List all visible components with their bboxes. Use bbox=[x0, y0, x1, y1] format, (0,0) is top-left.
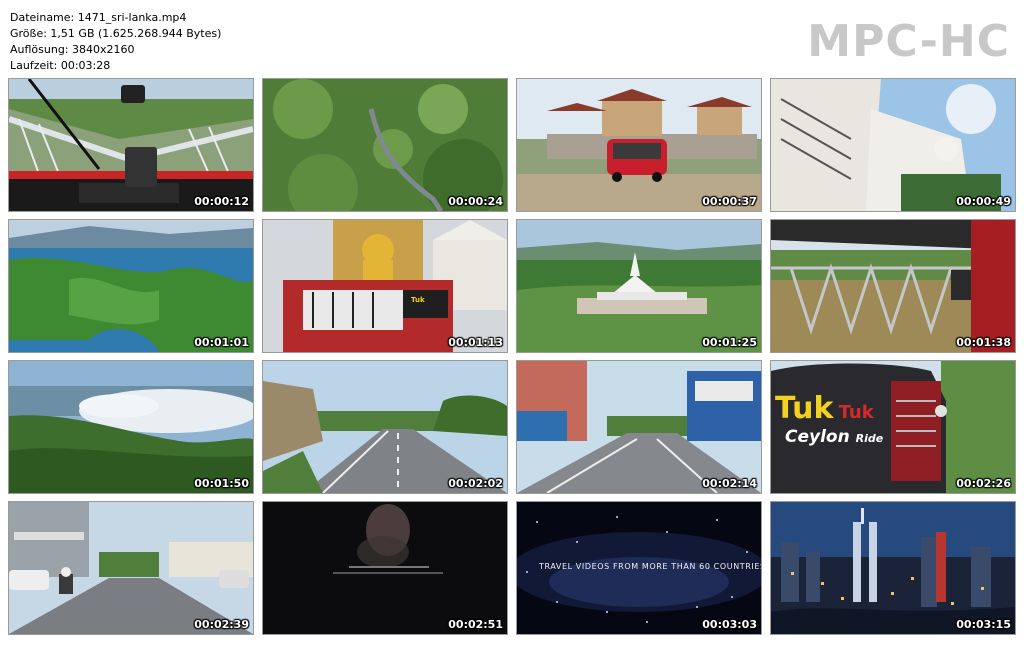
duration-text: Laufzeit: 00:03:28 bbox=[10, 59, 111, 72]
filesize-text: Größe: 1,51 GB (1.625.268.944 Bytes) bbox=[10, 27, 222, 40]
timestamp-1: 00:00:12 bbox=[194, 195, 249, 208]
thumbnail-15: TRAVEL VIDEOS FROM MORE THAN 60 COUNTRIE… bbox=[516, 501, 762, 635]
timestamp-13: 00:02:39 bbox=[194, 618, 249, 631]
timestamp-7: 00:01:25 bbox=[702, 336, 757, 349]
thumbnail-10: 00:02:02 bbox=[262, 360, 508, 494]
timestamp-16: 00:03:15 bbox=[956, 618, 1011, 631]
timestamp-4: 00:00:49 bbox=[956, 195, 1011, 208]
timestamp-9: 00:01:50 bbox=[194, 477, 249, 490]
thumbnail-3: 00:00:37 bbox=[516, 78, 762, 212]
white-building-scene bbox=[771, 79, 1015, 211]
night-skyline-scene bbox=[771, 502, 1015, 634]
thumbnail-8: 00:01:38 bbox=[770, 219, 1016, 353]
thumbnail-2: 00:00:24 bbox=[262, 78, 508, 212]
aerial-forest-road-scene bbox=[263, 79, 507, 211]
tuk-logo-small-text: Tuk bbox=[411, 296, 425, 304]
timestamp-6: 00:01:13 bbox=[448, 336, 503, 349]
timestamp-2: 00:00:24 bbox=[448, 195, 503, 208]
timestamp-5: 00:01:01 bbox=[194, 336, 249, 349]
lake-hills-scene bbox=[9, 220, 253, 352]
thumbnail-5: 00:01:01 bbox=[8, 219, 254, 353]
end-card-text: TRAVEL VIDEOS FROM MORE THAN 60 COUNTRIE… bbox=[539, 562, 761, 571]
village-road-scene bbox=[263, 361, 507, 493]
file-info: Dateiname: 1471_sri-lanka.mp4 Größe: 1,5… bbox=[10, 10, 221, 74]
river-bridge-scene bbox=[771, 220, 1015, 352]
thumbnail-14: 00:02:51 bbox=[262, 501, 508, 635]
resolution-text: Auflösung: 3840x2160 bbox=[10, 43, 135, 56]
timestamp-10: 00:02:02 bbox=[448, 477, 503, 490]
timestamp-14: 00:02:51 bbox=[448, 618, 503, 631]
city-street-scene bbox=[9, 502, 253, 634]
thumbnail-6: Tuk 00:01:13 bbox=[262, 219, 508, 353]
misty-hills-scene bbox=[9, 361, 253, 493]
bridge-dashcam-scene bbox=[9, 79, 253, 211]
temple-tuktuk-scene bbox=[517, 79, 761, 211]
timestamp-8: 00:01:38 bbox=[956, 336, 1011, 349]
thumbnail-7: 00:01:25 bbox=[516, 219, 762, 353]
thumbnail-12: Tuk Tuk Ceylon Ride 00:02:26 bbox=[770, 360, 1016, 494]
tuk-logo-small: Tuk bbox=[411, 296, 425, 304]
timestamp-11: 00:02:14 bbox=[702, 477, 757, 490]
thumbnail-grid: 00:00:12 00:00:24 00:00:37 00:00:49 00:0… bbox=[8, 78, 1016, 635]
stupa-hilltop-scene bbox=[517, 220, 761, 352]
buddha-shrine-scene bbox=[263, 220, 507, 352]
timestamp-15: 00:03:03 bbox=[702, 618, 757, 631]
ride-word: Ride bbox=[855, 432, 884, 445]
dark-smoke-scene bbox=[263, 502, 507, 634]
tuk-logo-text: Tuk Tuk bbox=[775, 391, 874, 426]
thumbnail-9: 00:01:50 bbox=[8, 360, 254, 494]
tuk-word-2: Tuk bbox=[838, 402, 874, 423]
thumbnail-4: 00:00:49 bbox=[770, 78, 1016, 212]
timestamp-3: 00:00:37 bbox=[702, 195, 757, 208]
thumbnail-11: 00:02:14 bbox=[516, 360, 762, 494]
thumbnail-16: 00:03:15 bbox=[770, 501, 1016, 635]
tuk-word-1: Tuk bbox=[775, 391, 834, 426]
town-street-scene bbox=[517, 361, 761, 493]
mpc-hc-logo: MPC-HC bbox=[807, 16, 1010, 67]
timestamp-12: 00:02:26 bbox=[956, 477, 1011, 490]
filename-text: Dateiname: 1471_sri-lanka.mp4 bbox=[10, 11, 187, 24]
thumbnail-1: 00:00:12 bbox=[8, 78, 254, 212]
ceylon-ride-text: Ceylon Ride bbox=[785, 427, 883, 447]
ceylon-word: Ceylon bbox=[785, 427, 850, 447]
thumbnail-13: 00:02:39 bbox=[8, 501, 254, 635]
